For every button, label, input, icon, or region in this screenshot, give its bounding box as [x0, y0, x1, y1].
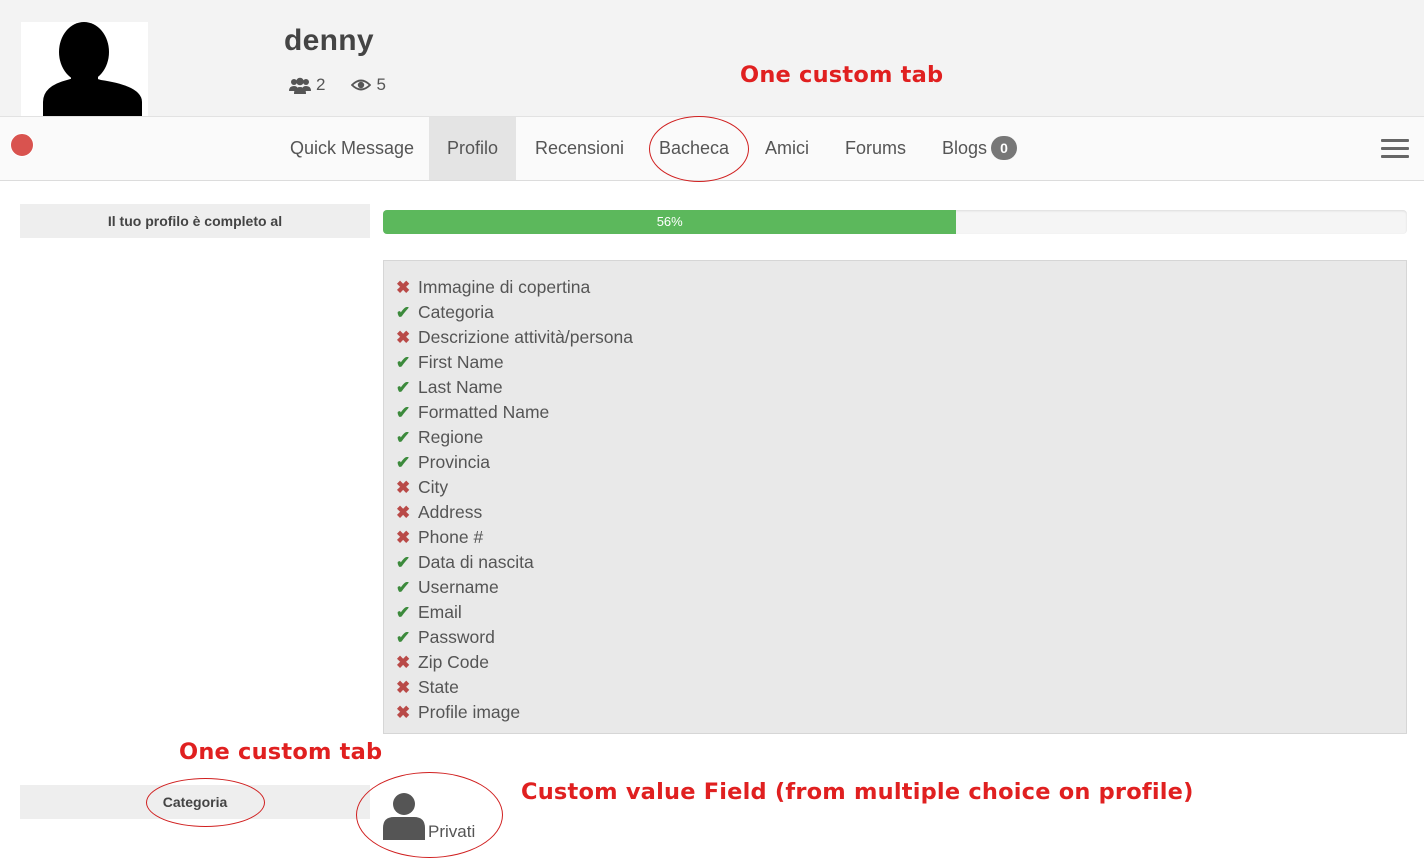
checklist-item: ✖ Address [396, 500, 1406, 525]
checklist-item-label: First Name [418, 352, 504, 372]
cross-icon: ✖ [396, 278, 411, 297]
checklist-item: ✔ Last Name [396, 375, 1406, 400]
checklist-item: ✖ Descrizione attività/persona [396, 325, 1406, 350]
completeness-progress: 56% [383, 210, 1407, 234]
checklist-item: ✔ Provincia [396, 450, 1406, 475]
annotation-top-custom-tab: One custom tab [740, 62, 944, 88]
checklist-item: ✖ State [396, 675, 1406, 700]
check-icon: ✔ [396, 603, 411, 622]
annotation-custom-value-field: Custom value Field (from multiple choice… [521, 779, 1194, 805]
checklist-item-label: City [418, 477, 449, 497]
cross-icon: ✖ [396, 478, 411, 497]
categoria-value: Privati [382, 792, 476, 841]
checklist-item: ✔ First Name [396, 350, 1406, 375]
tab-label: Amici [765, 138, 809, 158]
checklist-item-label: Profile image [418, 702, 521, 722]
views-stat: 5 [351, 75, 386, 95]
checklist-item: ✖ Profile image [396, 700, 1406, 725]
tab-quick-message[interactable]: Quick Message [290, 117, 414, 180]
tab-label: Bacheca [659, 138, 730, 158]
profile-username: denny [284, 24, 374, 57]
tab-profilo[interactable]: Profilo [429, 117, 516, 180]
checklist-item-label: Formatted Name [418, 402, 550, 422]
tab-forums[interactable]: Forums [845, 117, 906, 180]
annotation-bottom-custom-tab: One custom tab [179, 739, 383, 765]
cross-icon: ✖ [396, 528, 411, 547]
checklist-item: ✖ City [396, 475, 1406, 500]
cross-icon: ✖ [396, 703, 411, 722]
checklist-item: ✔ Regione [396, 425, 1406, 450]
tab-blogs[interactable]: Blogs 0 [942, 117, 1018, 180]
cross-icon: ✖ [396, 503, 411, 522]
cross-icon: ✖ [396, 678, 411, 697]
checklist-item: ✔ Username [396, 575, 1406, 600]
cross-icon: ✖ [396, 653, 411, 672]
profile-checklist: ✖ Immagine di copertina ✔ Categoria ✖ Descriz… [383, 260, 1407, 734]
checklist-item-label: Password [418, 627, 495, 647]
categoria-value-text: Privati [428, 822, 476, 841]
checklist-item-label: Descrizione attività/persona [418, 327, 633, 347]
tab-label: Forums [845, 138, 907, 158]
friends-count: 2 [316, 75, 326, 94]
check-icon: ✔ [396, 428, 411, 447]
profile-stats: 2 5 [289, 75, 412, 95]
checklist-item: ✖ Zip Code [396, 650, 1406, 675]
checklist-item-label: Immagine di copertina [418, 277, 591, 297]
tab-label: Profilo [446, 138, 499, 158]
checklist-item: ✔ Categoria [396, 300, 1406, 325]
tab-amici[interactable]: Amici [765, 117, 809, 180]
checklist-item-label: Data di nascita [418, 552, 534, 572]
check-icon: ✔ [396, 628, 411, 647]
eye-icon [351, 79, 372, 91]
tab-recensioni[interactable]: Recensioni [535, 117, 624, 180]
checklist-item-label: Username [418, 577, 499, 597]
checklist-item-label: Categoria [418, 302, 494, 322]
menu-icon[interactable] [1381, 139, 1409, 159]
views-count: 5 [376, 75, 386, 94]
friends-stat[interactable]: 2 [289, 75, 325, 95]
check-icon: ✔ [396, 303, 411, 322]
checklist-item-label: Address [418, 502, 483, 522]
blogs-count-badge: 0 [991, 136, 1018, 161]
categoria-label: Categoria [20, 785, 370, 819]
checklist-item-label: Provincia [418, 452, 490, 472]
checklist-item-label: Email [418, 602, 462, 622]
completeness-label: Il tuo profilo è completo al [20, 204, 370, 238]
users-icon [289, 77, 311, 94]
checklist-item-label: Phone # [418, 527, 484, 547]
status-indicator [10, 133, 34, 157]
checklist-item: ✖ Immagine di copertina [396, 275, 1406, 300]
check-icon: ✔ [396, 553, 411, 572]
check-icon: ✔ [396, 578, 411, 597]
checklist-item: ✔ Formatted Name [396, 400, 1406, 425]
profile-tabs-bar: Quick Message Profilo Recensioni Bacheca… [0, 116, 1424, 180]
checklist-item-label: State [418, 677, 459, 697]
check-icon: ✔ [396, 378, 411, 397]
checklist-item: ✔ Data di nascita [396, 550, 1406, 575]
checklist-item-label: Zip Code [418, 652, 490, 672]
user-icon [383, 793, 425, 840]
check-icon: ✔ [396, 403, 411, 422]
tab-label: Blogs [942, 138, 988, 158]
check-icon: ✔ [396, 353, 411, 372]
tab-bacheca[interactable]: Bacheca [659, 117, 729, 180]
check-icon: ✔ [396, 453, 411, 472]
checklist-item-label: Regione [418, 427, 484, 447]
tab-label: Quick Message [290, 138, 415, 158]
completeness-progress-bar: 56% [383, 210, 957, 234]
checklist-item: ✔ Password [396, 625, 1406, 650]
checklist-item: ✖ Phone # [396, 525, 1406, 550]
checklist-item: ✔ Email [396, 600, 1406, 625]
checklist-item-label: Last Name [418, 377, 503, 397]
tab-label: Recensioni [535, 138, 625, 158]
cross-icon: ✖ [396, 328, 411, 347]
